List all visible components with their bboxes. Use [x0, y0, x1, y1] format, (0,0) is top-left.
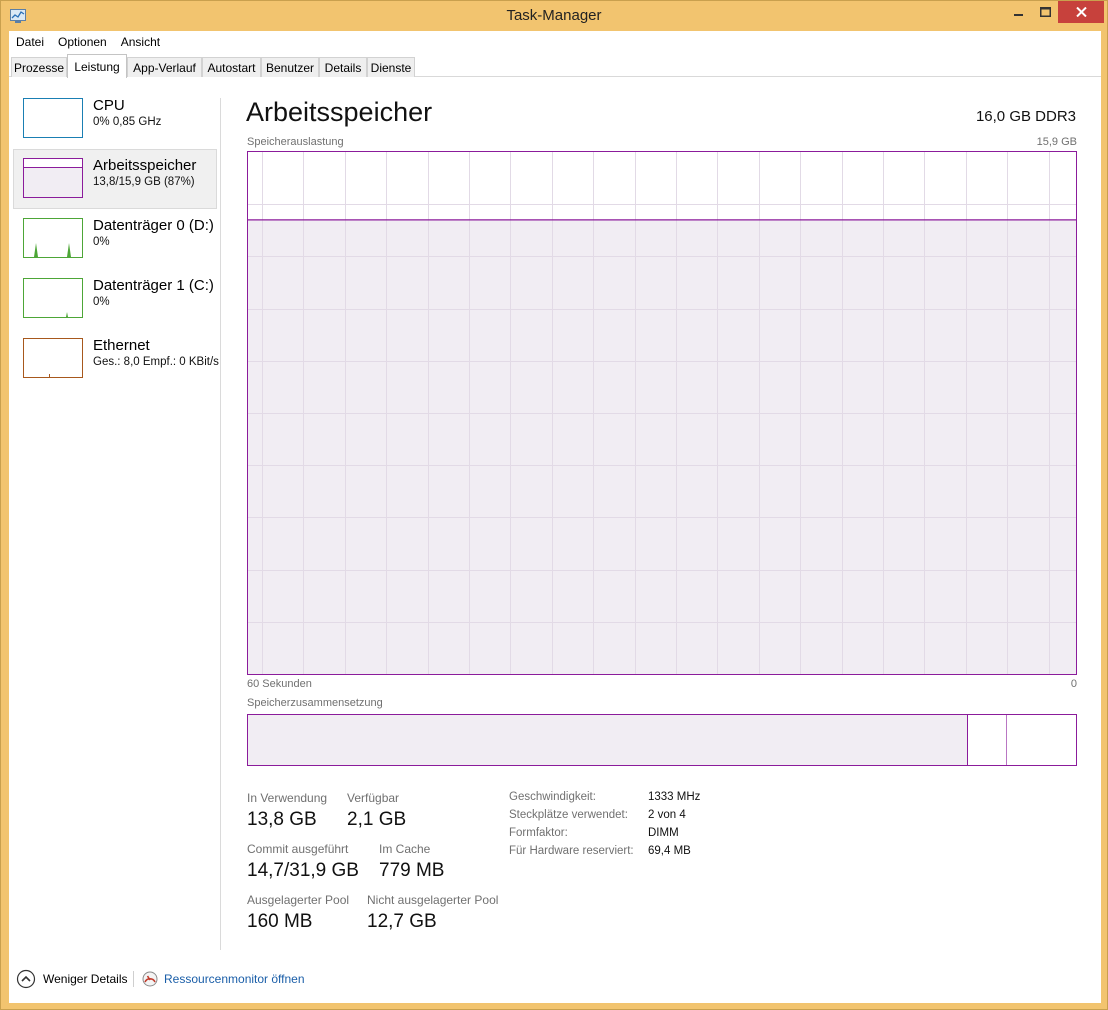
memory-composition-bar	[247, 714, 1077, 766]
sidebar-item-datentraeger-0[interactable]: Datenträger 0 (D:) 0%	[13, 209, 217, 269]
sidebar-item-datentraeger-1[interactable]: Datenträger 1 (C:) 0%	[13, 269, 217, 329]
title-bar[interactable]: Task-Manager	[1, 1, 1107, 31]
cpu-thumbnail-graph	[23, 98, 83, 138]
close-button[interactable]	[1058, 1, 1104, 23]
form-factor-value: DIMM	[648, 827, 679, 839]
tab-autostart[interactable]: Autostart	[202, 57, 261, 77]
graph-max-label: 15,9 GB	[1036, 136, 1077, 148]
speed-label: Geschwindigkeit:	[509, 791, 596, 803]
memory-usage-graph-canvas	[248, 152, 1076, 674]
resource-monitor-label: Ressourcenmonitor öffnen	[164, 972, 305, 986]
nonpaged-pool-value: 12,7 GB	[367, 911, 437, 932]
form-factor-label: Formfaktor:	[509, 827, 568, 839]
available-label: Verfügbar	[347, 791, 400, 805]
sidebar-item-label: Ethernet	[93, 337, 150, 354]
sidebar-item-label: Datenträger 0 (D:)	[93, 217, 214, 234]
sidebar-item-ethernet[interactable]: Ethernet Ges.: 8,0 Empf.: 0 KBit/s	[13, 329, 219, 389]
fewer-details-button[interactable]: Weniger Details	[16, 969, 127, 989]
chevron-up-icon	[16, 969, 36, 989]
sidebar-item-value: Ges.: 8,0 Empf.: 0 KBit/s	[93, 356, 219, 368]
speed-value: 1333 MHz	[648, 791, 701, 803]
commit-label: Commit ausgeführt	[247, 842, 349, 856]
cached-label: Im Cache	[379, 842, 431, 856]
ethernet-thumbnail-graph	[23, 338, 83, 378]
disk1-thumbnail-graph	[23, 278, 83, 318]
memory-usage-area	[248, 219, 1076, 674]
slots-used-value: 2 von 4	[648, 809, 686, 821]
menu-datei[interactable]: Datei	[12, 35, 48, 49]
in-use-value: 13,8 GB	[247, 809, 317, 830]
menu-bar: Datei Optionen Ansicht	[9, 31, 1101, 53]
resource-monitor-icon	[142, 971, 158, 987]
tab-app-verlauf[interactable]: App-Verlauf	[127, 57, 202, 77]
available-value: 2,1 GB	[347, 809, 407, 830]
sidebar-item-value: 13,8/15,9 GB (87%)	[93, 176, 195, 188]
ethernet-activity-spikes	[49, 374, 50, 377]
task-manager-window: Task-Manager Datei Optionen Ansicht Proz…	[0, 0, 1108, 1010]
footer-divider	[133, 971, 134, 987]
minimize-icon	[1014, 14, 1023, 16]
tab-bar: Prozesse Leistung App-Verlauf Autostart …	[9, 53, 1101, 78]
fewer-details-label: Weniger Details	[43, 972, 128, 986]
sidebar-item-label: CPU	[93, 97, 125, 114]
graph-title: Speicherauslastung	[247, 136, 344, 148]
tab-leistung[interactable]: Leistung	[67, 54, 127, 78]
tab-details[interactable]: Details	[319, 57, 367, 77]
hardware-reserved-value: 69,4 MB	[648, 845, 691, 857]
sidebar-divider	[220, 98, 221, 950]
paged-pool-value: 160 MB	[247, 911, 313, 932]
sidebar-item-cpu[interactable]: CPU 0% 0,85 GHz	[13, 89, 217, 149]
resource-monitor-link[interactable]: Ressourcenmonitor öffnen	[142, 969, 305, 989]
paged-pool-label: Ausgelagerter Pool	[247, 893, 350, 907]
hardware-reserved-label: Für Hardware reserviert:	[509, 845, 634, 857]
minimize-button[interactable]	[1006, 1, 1032, 23]
tab-dienste[interactable]: Dienste	[367, 57, 415, 77]
sidebar-item-arbeitsspeicher[interactable]: Arbeitsspeicher 13,8/15,9 GB (87%)	[13, 149, 217, 209]
memory-thumbnail-graph	[23, 158, 83, 198]
disk0-thumbnail-graph	[23, 218, 83, 258]
menu-optionen[interactable]: Optionen	[54, 35, 111, 49]
close-icon	[1075, 7, 1087, 17]
graph-x-left-label: 60 Sekunden	[247, 678, 312, 690]
in-use-label: In Verwendung	[247, 791, 328, 805]
cached-value: 779 MB	[379, 860, 445, 881]
nonpaged-pool-label: Nicht ausgelagerter Pool	[367, 893, 499, 907]
tab-prozesse[interactable]: Prozesse	[11, 57, 67, 77]
composition-title: Speicherzusammensetzung	[247, 697, 383, 709]
graph-x-right-label: 0	[1070, 678, 1077, 690]
menu-ansicht[interactable]: Ansicht	[117, 35, 164, 49]
memory-usage-graph	[247, 151, 1077, 675]
maximize-icon	[1039, 7, 1051, 17]
composition-in-use-segment	[248, 715, 969, 765]
maximize-button[interactable]	[1032, 1, 1058, 23]
page-title: Arbeitsspeicher	[246, 97, 433, 127]
disk0-activity-spikes	[34, 243, 71, 257]
sidebar-item-value: 0%	[93, 236, 110, 248]
commit-value: 14,7/31,9 GB	[247, 860, 359, 881]
sidebar-item-label: Datenträger 1 (C:)	[93, 277, 214, 294]
sidebar-item-label: Arbeitsspeicher	[93, 157, 197, 174]
memory-thumbnail-fill	[24, 166, 82, 197]
sidebar-item-value: 0% 0,85 GHz	[93, 116, 162, 128]
tab-benutzer[interactable]: Benutzer	[261, 57, 319, 77]
client-area: Datei Optionen Ansicht Prozesse Leistung…	[9, 31, 1101, 1003]
disk1-activity-spikes	[66, 312, 68, 317]
window-title: Task-Manager	[506, 7, 602, 24]
slots-used-label: Steckplätze verwendet:	[509, 809, 628, 821]
composition-modified-segment	[968, 715, 1008, 765]
sidebar-item-value: 0%	[93, 296, 110, 308]
memory-spec: 16,0 GB DDR3	[975, 108, 1076, 125]
